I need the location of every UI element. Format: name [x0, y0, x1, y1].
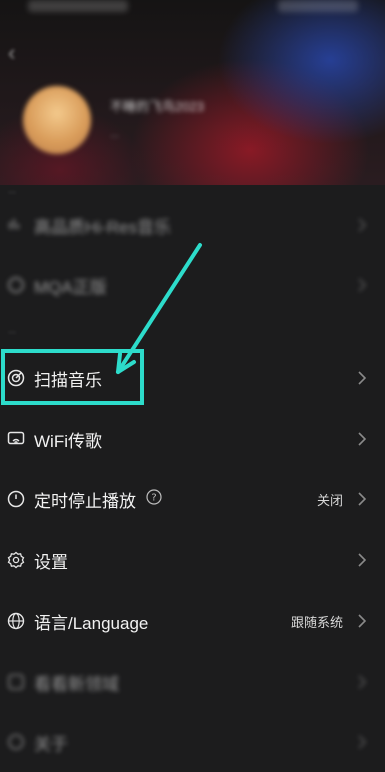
pointer-arrow — [116, 243, 202, 374]
